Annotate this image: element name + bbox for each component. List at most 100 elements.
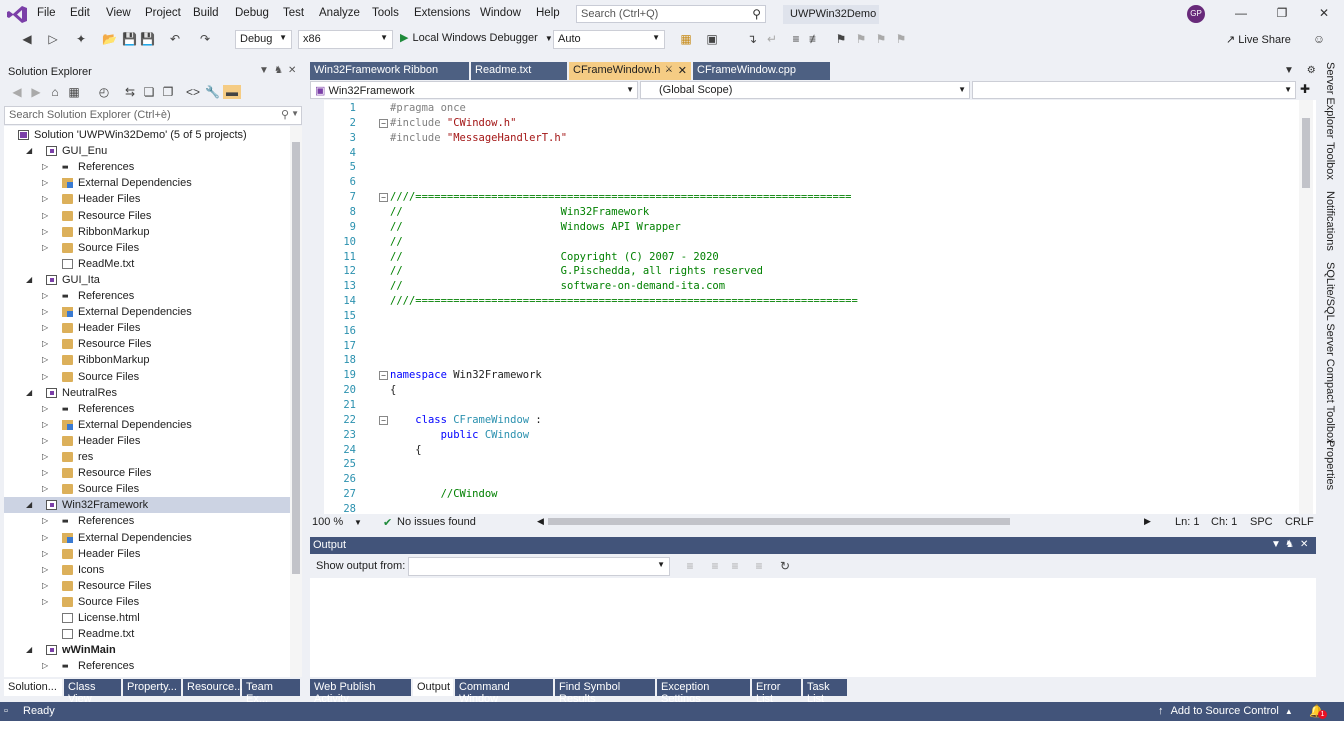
collapsed-arrow-icon[interactable]: ▷ — [42, 530, 52, 546]
expanded-arrow-icon[interactable]: ◢ — [26, 143, 36, 159]
editor-scroll-thumb[interactable] — [1302, 118, 1310, 188]
menu-extensions[interactable]: Extensions — [414, 7, 470, 19]
back-icon[interactable]: ◀ — [20, 32, 34, 46]
collapsed-arrow-icon[interactable]: ▷ — [42, 352, 52, 368]
next-bookmark-icon[interactable]: ⚑ — [874, 32, 888, 46]
prev-bookmark-icon[interactable]: ⚑ — [854, 32, 868, 46]
tree-item[interactable]: ◢ wWinMain — [4, 642, 290, 658]
collapse-region-icon[interactable]: − — [379, 118, 388, 128]
tree-item[interactable]: ▷ References — [4, 658, 290, 675]
tree-item[interactable]: ▷ External Dependencies — [4, 175, 290, 191]
undo-icon[interactable]: ↶ — [168, 32, 182, 46]
doc-tab-cframewindow-cpp[interactable]: CFrameWindow.cpp — [693, 62, 830, 80]
collapsed-arrow-icon[interactable]: ▷ — [42, 417, 52, 433]
collapse-region-icon[interactable]: − — [379, 193, 388, 203]
tree-item[interactable]: ▷ Header Files — [4, 433, 290, 449]
save-all-icon[interactable]: 💾 — [140, 32, 155, 46]
solution-name[interactable]: UWPWin32Demo — [783, 5, 879, 24]
add-to-source-control-button[interactable]: ↑ Add to Source Control ▲ — [1158, 705, 1293, 717]
tree-item[interactable]: ▷ External Dependencies — [4, 530, 290, 546]
tree-item[interactable]: ▷ Resource Files — [4, 465, 290, 481]
platform-select[interactable]: x86 ▼ — [298, 30, 393, 49]
tree-item[interactable]: ◢ GUI_Enu — [4, 143, 290, 159]
collapsed-arrow-icon[interactable]: ▷ — [42, 465, 52, 481]
zoom-select[interactable]: 100 % — [312, 516, 343, 528]
dropdown-icon[interactable]: ▼ — [259, 65, 269, 76]
prev-message-icon[interactable]: ≡ — [708, 559, 722, 573]
collapsed-arrow-icon[interactable]: ▷ — [42, 224, 52, 240]
sync-icon[interactable]: ⇆ — [123, 85, 137, 99]
whitespace-indicator[interactable]: SPC — [1250, 516, 1273, 528]
tree-item[interactable]: ▷ Resource Files — [4, 578, 290, 594]
output-body[interactable] — [310, 578, 1316, 677]
collapsed-arrow-icon[interactable]: ▷ — [42, 481, 52, 497]
comment-icon[interactable]: ≡ — [789, 32, 803, 46]
tree-item[interactable]: ◢ Win32Framework — [4, 497, 290, 514]
menu-tools[interactable]: Tools — [372, 7, 399, 19]
tree-item[interactable]: ▷ References — [4, 401, 290, 418]
tree-item[interactable]: ▷ External Dependencies — [4, 417, 290, 433]
find-message-icon[interactable]: ≡ — [683, 559, 697, 573]
step-over-icon[interactable]: ↵ — [765, 32, 779, 46]
scroll-left-icon[interactable]: ◀ — [537, 516, 544, 527]
tree-item[interactable]: ▷ References — [4, 159, 290, 176]
collapsed-arrow-icon[interactable]: ▷ — [42, 159, 52, 175]
collapsed-arrow-icon[interactable]: ▷ — [42, 578, 52, 594]
collapsed-arrow-icon[interactable]: ▷ — [42, 336, 52, 352]
clear-all-icon[interactable]: ≡ — [752, 559, 766, 573]
next-message-icon[interactable]: ≡ — [728, 559, 742, 573]
forward-icon[interactable]: ▶ — [29, 85, 43, 99]
side-tab-sqlite-sql-server-compact-toolbox[interactable]: SQLite/SQL Server Compact Toolbox — [1320, 262, 1336, 444]
menu-analyze[interactable]: Analyze — [319, 7, 360, 19]
tree-item[interactable]: ▷ Resource Files — [4, 208, 290, 224]
home-icon[interactable]: ⌂ — [48, 85, 62, 99]
start-debugging-button[interactable]: ▶ Local Windows Debugger ▼ — [400, 31, 553, 44]
properties-wrench-icon[interactable]: 🔧 — [205, 85, 220, 99]
redo-icon[interactable]: ↷ — [198, 32, 212, 46]
tab-resource[interactable]: Resource... — [183, 679, 243, 696]
doc-tab-cframewindow-h[interactable]: CFrameWindow.h ⚔ ✕ — [569, 62, 691, 80]
side-tab-toolbox[interactable]: Toolbox — [1320, 142, 1336, 180]
tree-item[interactable]: ▷ Source Files — [4, 369, 290, 385]
tab-exception-settings[interactable]: Exception Settings — [657, 679, 750, 705]
side-tab-server-explorer[interactable]: Server Explorer — [1320, 62, 1336, 138]
pin-tab-icon[interactable]: ⚔ — [665, 64, 673, 75]
tab-overflow-icon[interactable]: ▼ — [1284, 65, 1294, 76]
close-panel-icon[interactable]: ✕ — [1300, 539, 1308, 550]
tab-solution[interactable]: Solution... — [4, 679, 62, 696]
tree-item[interactable]: ReadMe.txt — [4, 256, 290, 272]
menu-project[interactable]: Project — [145, 7, 181, 19]
collapsed-arrow-icon[interactable]: ▷ — [42, 449, 52, 465]
live-share-button[interactable]: ↗ Live Share — [1226, 33, 1291, 46]
browse-icon[interactable]: ▦ — [679, 32, 693, 46]
scroll-right-icon[interactable]: ▶ — [1144, 516, 1151, 527]
collapsed-arrow-icon[interactable]: ▷ — [42, 304, 52, 320]
tree-item[interactable]: License.html — [4, 610, 290, 626]
member-nav-select[interactable]: ▼ — [972, 81, 1296, 99]
expanded-arrow-icon[interactable]: ◢ — [26, 272, 36, 288]
clear-bookmarks-icon[interactable]: ⚑ — [894, 32, 908, 46]
solution-tree-scroll-thumb[interactable] — [292, 142, 300, 574]
debug-target-select[interactable]: Auto ▼ — [553, 30, 665, 49]
tree-item[interactable]: ▷ References — [4, 288, 290, 305]
tree-item[interactable]: ▷ Source Files — [4, 240, 290, 256]
tree-item[interactable]: ◢ NeutralRes — [4, 385, 290, 401]
collapse-region-icon[interactable]: − — [379, 415, 388, 425]
split-window-icon[interactable]: ✚ — [1300, 82, 1310, 96]
configuration-select[interactable]: Debug ▼ — [235, 30, 292, 49]
restore-icon[interactable]: ❐ — [1272, 6, 1292, 20]
save-icon[interactable]: 💾 — [122, 32, 137, 46]
screen-icon[interactable]: ▣ — [705, 32, 719, 46]
tree-item[interactable]: ▷ res — [4, 449, 290, 465]
tab-error-list[interactable]: Error List — [752, 679, 801, 705]
doc-tab-win32framework-ribbon[interactable]: Win32Framework Ribbon — [310, 62, 469, 80]
tree-item[interactable]: Readme.txt — [4, 626, 290, 642]
collapse-region-icon[interactable]: − — [379, 371, 388, 381]
expanded-arrow-icon[interactable]: ◢ — [26, 385, 36, 401]
minimize-icon[interactable]: — — [1231, 6, 1251, 20]
collapsed-arrow-icon[interactable]: ▷ — [42, 240, 52, 256]
tab-class-view[interactable]: Class View — [64, 679, 121, 705]
tree-item[interactable]: Solution 'UWPWin32Demo' (5 of 5 projects… — [4, 127, 290, 143]
tree-item[interactable]: ▷ Source Files — [4, 481, 290, 497]
avatar[interactable]: GP — [1187, 5, 1205, 23]
